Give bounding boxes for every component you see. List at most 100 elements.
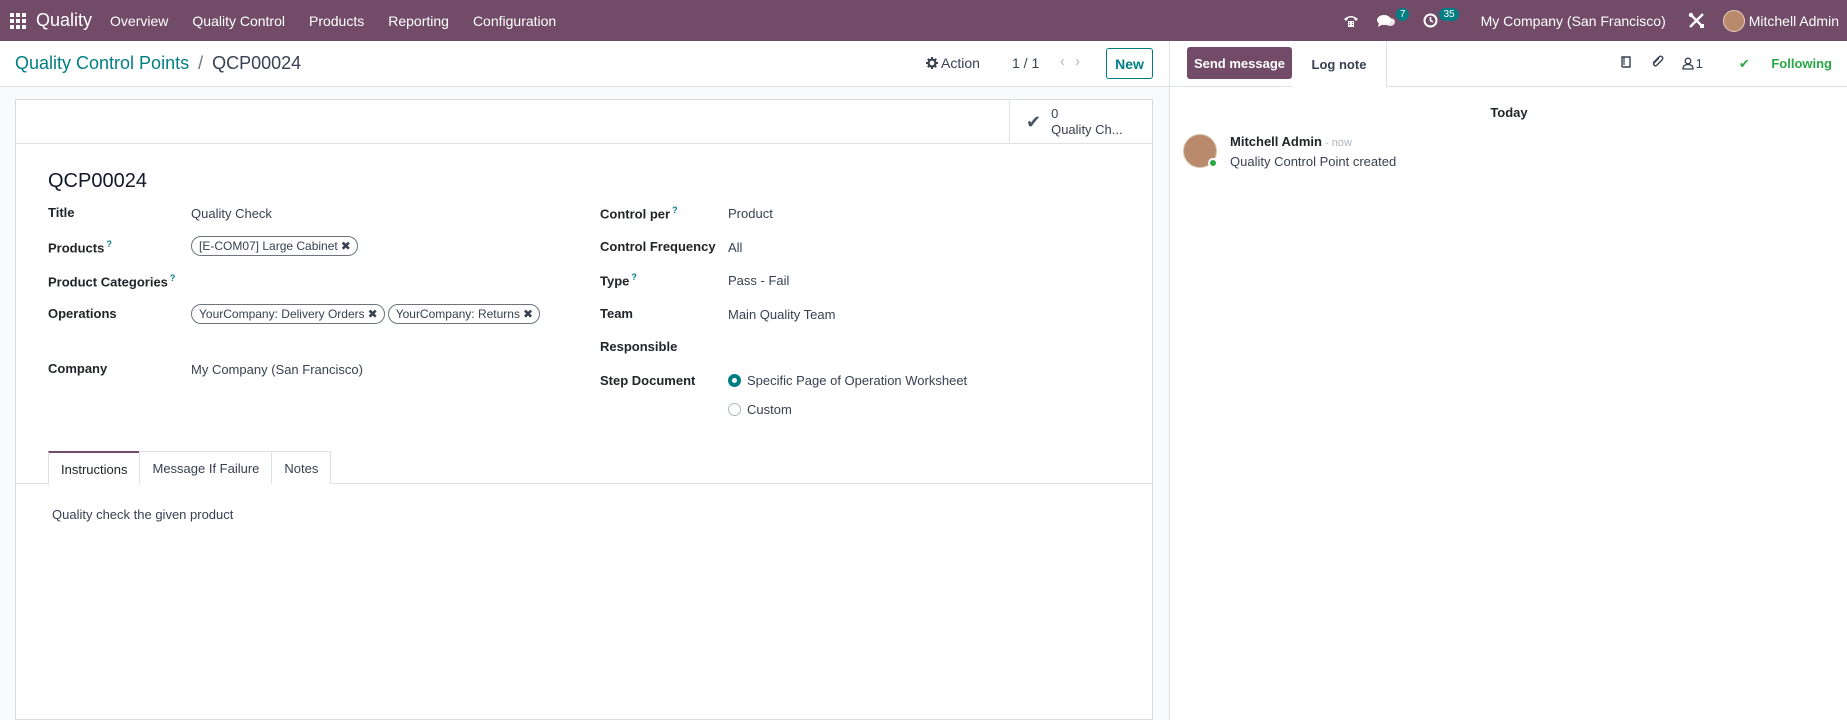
author-name[interactable]: Mitchell Admin (1230, 134, 1322, 149)
date-separator: Today (1490, 105, 1528, 120)
control-per-label: Control per? (600, 205, 678, 222)
breadcrumb-separator: / (198, 53, 204, 73)
radio-checked-icon[interactable] (728, 374, 741, 387)
step-document-label: Step Document (600, 373, 696, 388)
radio-unchecked-icon[interactable] (728, 403, 741, 416)
chatter-actions: 1 ✔ Following (1602, 55, 1832, 72)
messages-icon[interactable]: 7 (1376, 8, 1410, 28)
company-label: Company (48, 361, 108, 376)
quality-checks-count: 0 (1051, 106, 1059, 121)
action-menu-button[interactable]: Action (926, 55, 980, 71)
following-button[interactable]: ✔ Following (1721, 56, 1832, 72)
help-tooltip-icon[interactable]: ? (631, 272, 637, 282)
title-label: Title (48, 205, 75, 220)
check-icon: ✔ (1738, 55, 1750, 71)
menu-products[interactable]: Products (309, 13, 364, 29)
option-label: Custom (747, 402, 792, 417)
menu-overview[interactable]: Overview (110, 13, 168, 29)
chevron-left-icon[interactable]: ‹ (1060, 53, 1065, 70)
remove-tag-icon[interactable]: ✖ (523, 307, 533, 321)
team-label: Team (600, 306, 633, 321)
messages-badge: 7 (1395, 8, 1410, 21)
user-menu[interactable]: Mitchell Admin (1722, 9, 1839, 32)
quality-checks-label: Quality Ch... (1051, 122, 1123, 137)
products-label: Products? (48, 239, 112, 256)
type-label: Type? (600, 272, 637, 289)
followers-count: 1 (1695, 56, 1703, 71)
message-body: Quality Control Point created (1230, 154, 1397, 169)
form-sheet: ✔ 0 Quality Ch... QCP00024 Title Quality… (15, 99, 1153, 720)
paperclip-icon[interactable] (1650, 55, 1664, 72)
instructions-content[interactable]: Quality check the given product (52, 507, 233, 522)
followers-button[interactable]: 1 (1681, 56, 1703, 71)
step-document-option-custom[interactable]: Custom (728, 402, 792, 417)
send-message-button[interactable]: Send message (1187, 47, 1292, 79)
online-status-dot (1208, 158, 1218, 168)
control-frequency-field[interactable]: All (728, 240, 742, 255)
button-box: ✔ 0 Quality Ch... (16, 100, 1152, 144)
tab-message-if-failure[interactable]: Message If Failure (139, 451, 273, 484)
responsible-field[interactable] (728, 337, 1108, 355)
action-label: Action (941, 55, 980, 71)
pager-value[interactable]: 1 / 1 (1012, 55, 1039, 71)
voip-phone-icon[interactable] (1343, 14, 1359, 28)
gear-icon (926, 57, 938, 69)
remove-tag-icon[interactable]: ✖ (368, 307, 378, 321)
team-field[interactable]: Main Quality Team (728, 307, 835, 322)
apps-menu-icon[interactable] (0, 0, 36, 41)
operations-label: Operations (48, 306, 117, 321)
new-record-button[interactable]: New (1106, 48, 1153, 79)
product-categories-field[interactable] (191, 270, 551, 288)
breadcrumb-current: QCP00024 (212, 53, 302, 73)
user-name: Mitchell Admin (1748, 12, 1839, 29)
control-panel: Quality Control Points / QCP00024 Action… (0, 41, 1169, 87)
help-tooltip-icon[interactable]: ? (170, 273, 176, 283)
product-categories-label: Product Categories? (48, 273, 176, 290)
top-navbar: Quality Overview Quality Control Product… (0, 0, 1847, 41)
log-note-button[interactable]: Log note (1292, 41, 1387, 87)
company-field[interactable]: My Company (San Francisco) (191, 362, 363, 377)
notebook-tabs: Instructions Message If Failure Notes (48, 451, 332, 485)
product-tag: [E-COM07] Large Cabinet ✖ (191, 236, 358, 256)
chevron-right-icon[interactable]: › (1075, 53, 1080, 70)
pager-nav: ‹ › (1050, 53, 1080, 70)
remove-tag-icon[interactable]: ✖ (341, 239, 351, 253)
user-avatar (1722, 9, 1745, 32)
title-field[interactable]: Quality Check (191, 206, 272, 221)
menu-reporting[interactable]: Reporting (388, 13, 449, 29)
control-per-field[interactable]: Product (728, 206, 773, 221)
help-tooltip-icon[interactable]: ? (106, 239, 112, 249)
operation-tag: YourCompany: Delivery Orders ✖ (191, 304, 385, 324)
operations-field[interactable]: YourCompany: Delivery Orders ✖ YourCompany… (191, 304, 543, 324)
check-icon: ✔ (1026, 111, 1042, 132)
tab-notes[interactable]: Notes (271, 451, 332, 484)
user-icon (1681, 57, 1694, 70)
company-switcher[interactable]: My Company (San Francisco) (1481, 13, 1666, 29)
breadcrumb-parent-link[interactable]: Quality Control Points (15, 53, 189, 73)
tab-instructions[interactable]: Instructions (48, 451, 141, 485)
knowledge-book-icon[interactable] (1620, 56, 1632, 71)
activities-clock-icon[interactable]: 35 (1423, 8, 1459, 28)
message-author: Mitchell Admin - now (1230, 134, 1352, 149)
option-label: Specific Page of Operation Worksheet (747, 373, 968, 388)
author-avatar[interactable] (1183, 134, 1218, 168)
chatter-topbar: Send message Log note 1 ✔ Following (1170, 41, 1847, 87)
following-label: Following (1771, 55, 1832, 71)
chatter-panel: Send message Log note 1 ✔ Following Toda… (1169, 41, 1847, 720)
menu-configuration[interactable]: Configuration (473, 13, 556, 29)
products-field[interactable]: [E-COM07] Large Cabinet ✖ (191, 236, 361, 256)
help-tooltip-icon[interactable]: ? (672, 205, 678, 215)
breadcrumb: Quality Control Points / QCP00024 (15, 53, 301, 74)
menu-quality-control[interactable]: Quality Control (192, 13, 285, 29)
type-field[interactable]: Pass - Fail (728, 273, 789, 288)
record-title[interactable]: QCP00024 (48, 170, 147, 193)
quality-checks-smart-button[interactable]: ✔ 0 Quality Ch... (1009, 100, 1152, 144)
message-date: - now (1324, 137, 1352, 149)
step-document-option-worksheet[interactable]: Specific Page of Operation Worksheet (728, 373, 967, 388)
control-frequency-label: Control Frequency (600, 239, 716, 254)
debug-tools-icon[interactable] (1688, 12, 1705, 29)
app-brand[interactable]: Quality (36, 10, 92, 31)
operation-tag: YourCompany: Returns ✖ (387, 304, 541, 324)
activities-badge: 35 (1439, 8, 1459, 21)
responsible-label: Responsible (600, 339, 678, 354)
